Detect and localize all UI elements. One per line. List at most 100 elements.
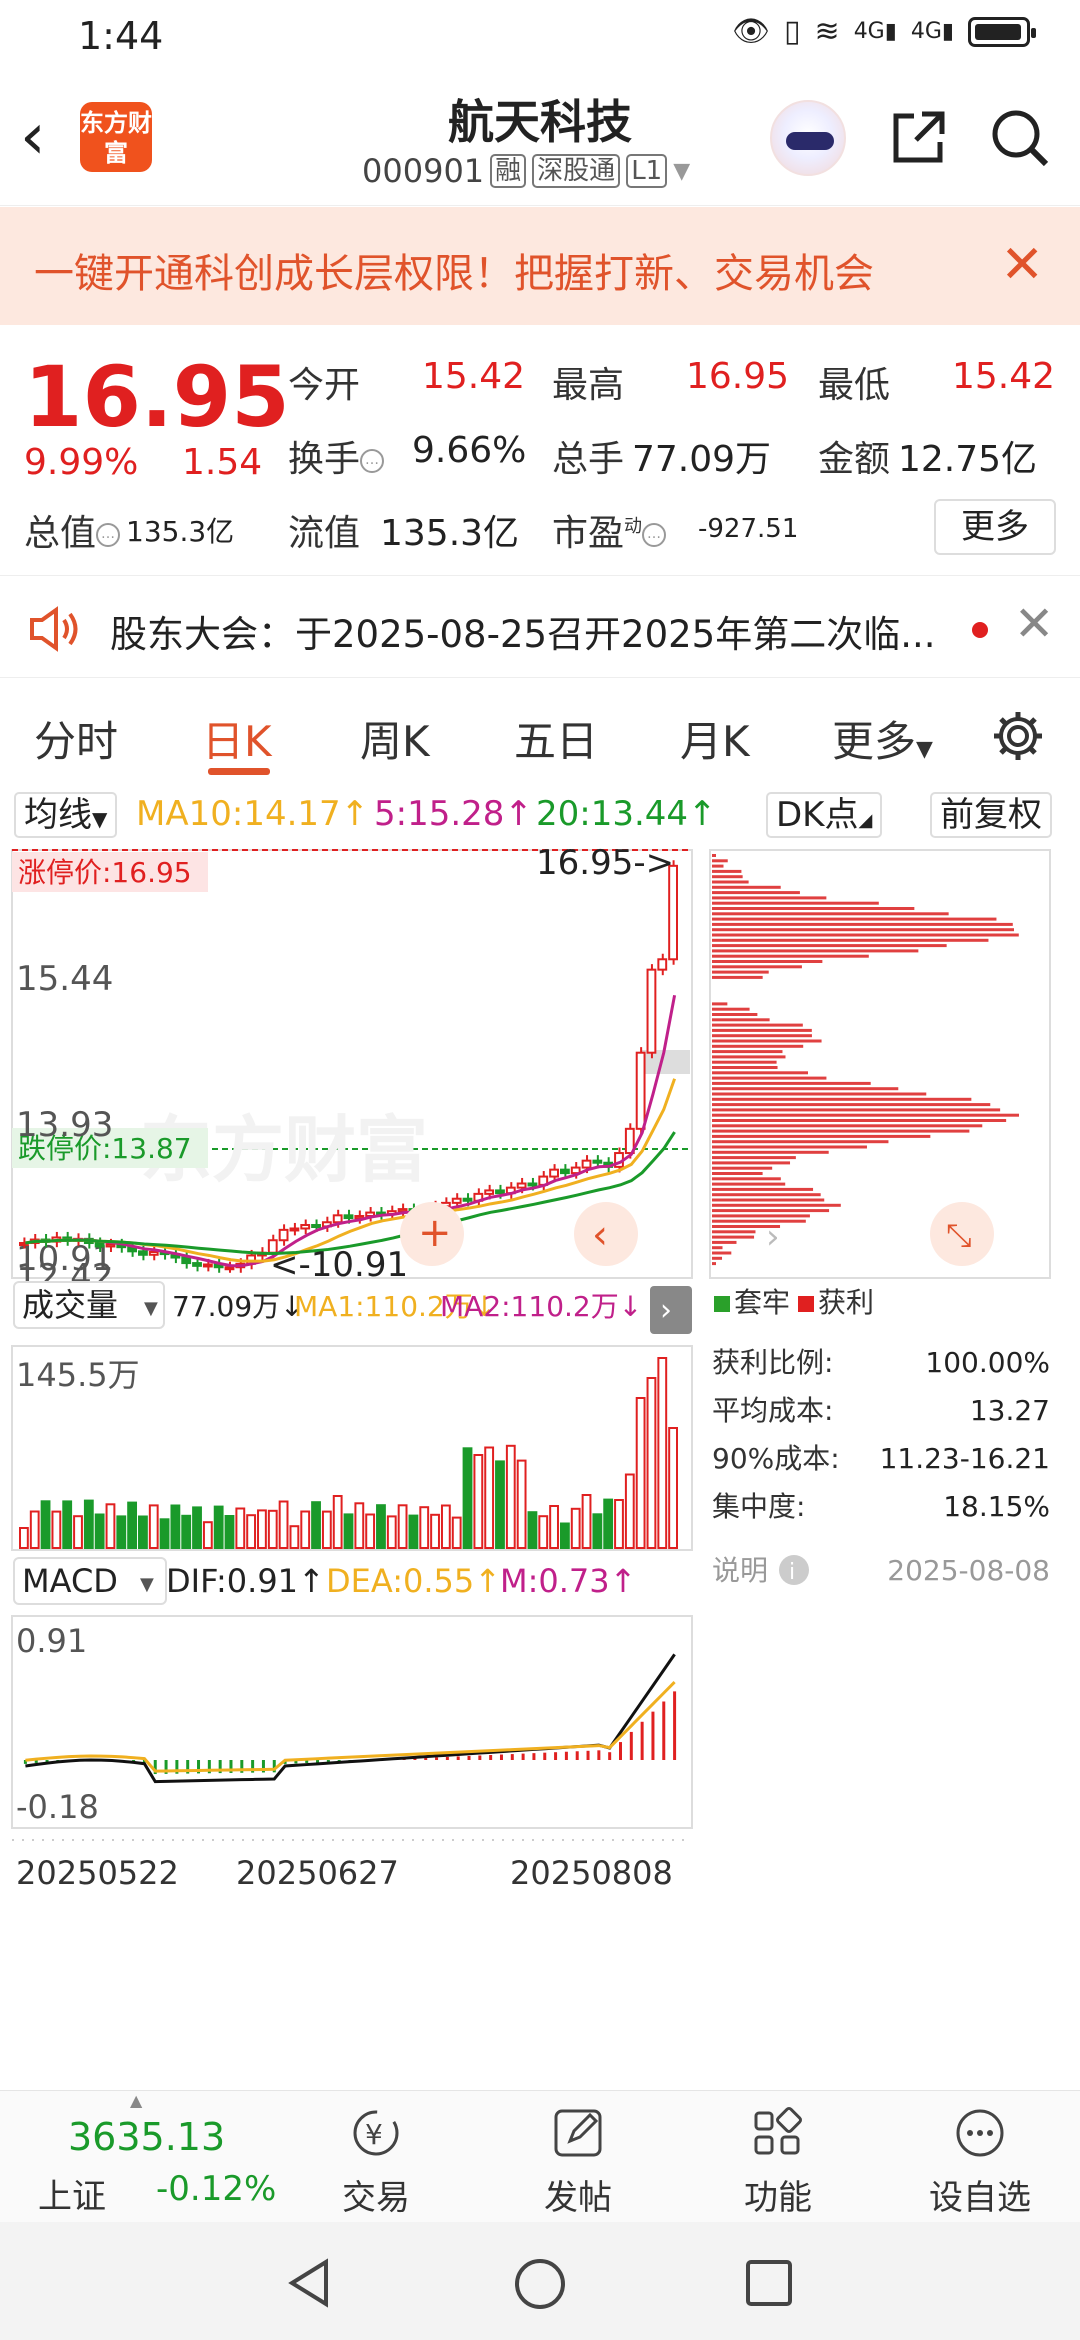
- volume-bar: [635, 1397, 646, 1549]
- volume-bar: [40, 1500, 51, 1549]
- volume-bar: [592, 1513, 603, 1549]
- index-pct[interactable]: -0.12%: [156, 2169, 276, 2209]
- volume-bar: [538, 1515, 549, 1550]
- stock-code-row[interactable]: 000901 融 深股通 L1 ▼: [362, 152, 690, 190]
- adjust-button[interactable]: 前复权: [930, 792, 1052, 838]
- caret-up-icon: ▲: [130, 2091, 143, 2110]
- tab-daily[interactable]: 日K: [202, 708, 272, 769]
- chip-bar: [712, 949, 919, 953]
- candle-body: [516, 1182, 527, 1189]
- indicator-select[interactable]: 均线▼: [14, 792, 118, 838]
- macd-m: M:0.73↑: [500, 1562, 636, 1600]
- nav-post[interactable]: 发帖: [528, 2105, 628, 2219]
- candle-body: [311, 1224, 321, 1229]
- candle-body: [148, 1251, 159, 1256]
- volume-bar: [148, 1504, 159, 1550]
- candle-body: [300, 1224, 311, 1230]
- tab-five-day[interactable]: 五日: [514, 708, 598, 769]
- volume-bar: [246, 1514, 257, 1550]
- chart-area[interactable]: 东方财富 涨停价:16.95 跌停价:13.87 15.44 13.93 12.…: [0, 840, 1080, 2090]
- back-triangle-icon[interactable]: [282, 2256, 336, 2310]
- tab-more[interactable]: 更多▼: [832, 708, 933, 769]
- chip-note[interactable]: 说明: [712, 1554, 768, 1587]
- info-icon[interactable]: …: [360, 449, 385, 473]
- nav-watchlist[interactable]: 设自选: [920, 2105, 1040, 2219]
- candle-body: [397, 1208, 408, 1213]
- volume-bar: [192, 1506, 202, 1550]
- chip-bar: [712, 1209, 830, 1213]
- volume-bar: [51, 1510, 62, 1549]
- info-icon[interactable]: …: [642, 523, 667, 547]
- chip-bar: [712, 1066, 778, 1069]
- index-name[interactable]: 上证: [38, 2169, 106, 2218]
- plus-icon: +: [418, 1210, 452, 1256]
- chip-value-2: 11.23-16.21: [880, 1442, 1050, 1475]
- chip-bar: [712, 1187, 814, 1191]
- candle-body: [592, 1159, 603, 1164]
- notice-bar[interactable]: 股东大会：于2025-08-25召开2025年第二次临... ✕: [0, 578, 1080, 678]
- open-label: 今开: [288, 365, 361, 406]
- chip-bar: [712, 1097, 972, 1101]
- tag-connect: 深股通: [532, 154, 621, 188]
- candle-body: [181, 1256, 192, 1265]
- date-label-1: 20250627: [236, 1854, 399, 1892]
- chip-bar: [712, 1251, 732, 1255]
- candle-body: [343, 1214, 354, 1220]
- chip-bar: [712, 1129, 970, 1133]
- chevron-left-icon: ‹: [592, 1212, 608, 1258]
- close-icon[interactable]: ✕: [1000, 235, 1044, 295]
- trade-icon: ¥: [353, 2110, 399, 2156]
- gear-icon[interactable]: [990, 708, 1046, 764]
- high-marker: 16.95->: [536, 843, 674, 883]
- volume-bar: [213, 1505, 224, 1549]
- chip-label-0: 获利比例:: [712, 1346, 833, 1379]
- low-label: 最低: [818, 365, 891, 406]
- legend-profit-swatch: [798, 1296, 814, 1312]
- tab-intraday[interactable]: 分时: [34, 708, 118, 769]
- chip-value-1: 13.27: [970, 1394, 1050, 1427]
- chip-bar: [712, 1044, 804, 1048]
- chip-bar: [712, 896, 827, 900]
- nav-functions[interactable]: 功能: [728, 2105, 828, 2219]
- chip-label-1: 平均成本:: [712, 1394, 833, 1427]
- volume-bar: [300, 1510, 311, 1549]
- recents-square-icon[interactable]: [744, 2258, 794, 2308]
- promo-banner[interactable]: 一键开通科创成长层权限！把握打新、交易机会 ✕: [0, 207, 1080, 325]
- share-icon[interactable]: [886, 106, 950, 170]
- expand-icon: ⤡: [946, 1216, 972, 1254]
- chip-collapse-icon[interactable]: ›: [766, 1217, 780, 1257]
- volume-bar: [484, 1446, 495, 1549]
- candle-body: [657, 958, 668, 971]
- volume-bar: [430, 1513, 440, 1549]
- nav-trade[interactable]: ¥ 交易: [326, 2105, 426, 2219]
- info-icon[interactable]: …: [96, 523, 121, 547]
- more-button[interactable]: 更多: [934, 499, 1056, 555]
- tab-monthly[interactable]: 月K: [680, 708, 750, 769]
- dk-point-button[interactable]: DK点◢: [766, 792, 883, 838]
- volume-bar: [386, 1515, 397, 1550]
- volume-bar: [224, 1515, 235, 1549]
- chip-bar: [712, 869, 742, 873]
- date-label-2: 20250808: [510, 1854, 673, 1892]
- macd-select-label: MACD: [22, 1562, 118, 1600]
- chip-bar: [712, 1071, 808, 1075]
- search-icon[interactable]: [988, 106, 1052, 170]
- chip-bar: [712, 875, 743, 879]
- tag-margin: 融: [490, 154, 527, 188]
- pe-value: -927.51: [698, 514, 799, 544]
- macd-dif: DIF:0.91↑: [166, 1562, 325, 1600]
- index-value[interactable]: 3635.13: [68, 2115, 225, 2159]
- nav-post-label: 发帖: [544, 2178, 612, 2218]
- home-circle-icon[interactable]: [512, 2256, 568, 2312]
- volume-bar: [138, 1515, 148, 1549]
- candle-body: [332, 1214, 343, 1224]
- chip-label-2: 90%成本:: [712, 1442, 840, 1475]
- assistant-avatar-icon[interactable]: [770, 100, 846, 176]
- chip-bar: [712, 1013, 758, 1016]
- close-icon[interactable]: ✕: [1014, 596, 1054, 652]
- macd-frame: [11, 1615, 693, 1829]
- chip-bar: [712, 975, 763, 979]
- status-icons: 👁 ▯ ≋ 4G▮ 4G▮: [732, 14, 1036, 49]
- volume-bar: [624, 1473, 635, 1549]
- tab-weekly[interactable]: 周K: [360, 708, 430, 769]
